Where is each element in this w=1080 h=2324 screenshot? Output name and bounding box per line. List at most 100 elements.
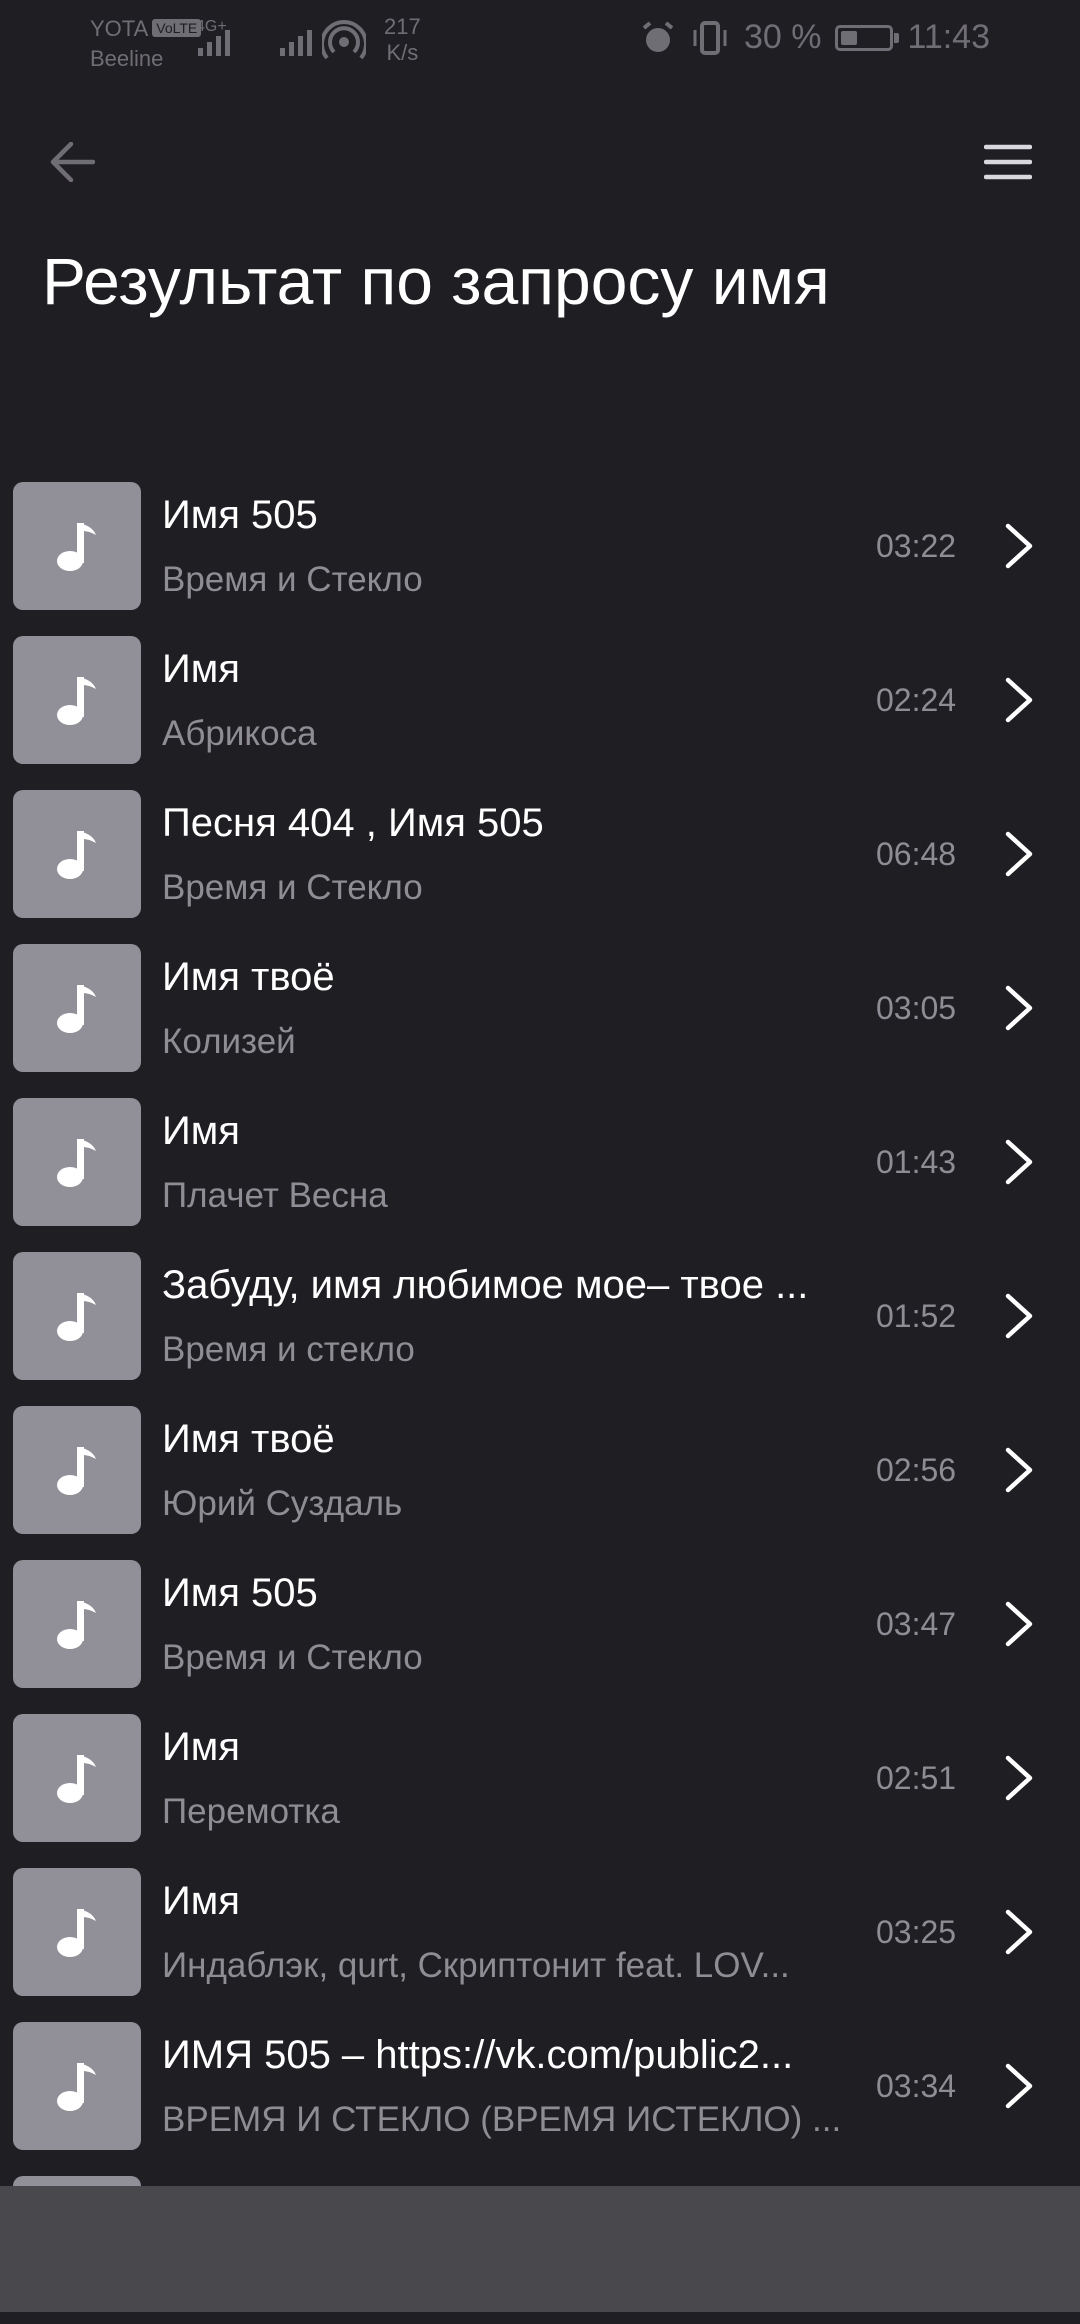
hotspot-icon	[320, 20, 368, 69]
track-row[interactable]: Имя Перемотка 02:51	[0, 1708, 1080, 1862]
track-duration: 03:22	[876, 528, 957, 564]
net-speed: 217 K/s	[384, 14, 421, 66]
bottom-panel	[0, 2186, 1080, 2312]
page-title: Результат по запросу имя	[42, 244, 830, 318]
track-title: Имя	[162, 1109, 240, 1153]
chevron-right-icon	[1005, 2063, 1033, 2109]
clock: 11:43	[907, 18, 990, 56]
carrier-1: YOTA	[90, 16, 149, 41]
track-artist: Индаблэк, qurt, Скриптонит feat. LOV...	[162, 1946, 790, 1985]
track-row[interactable]: Забуду, имя любимое мое– твое ... Время …	[0, 1246, 1080, 1400]
chevron-right-icon	[1005, 985, 1033, 1031]
music-note-icon	[57, 1293, 96, 1341]
track-row[interactable]: Имя Плачет Весна 01:43	[0, 1092, 1080, 1246]
back-button[interactable]	[34, 134, 110, 190]
chevron-right-icon	[1005, 1601, 1033, 1647]
track-thumbnail	[13, 636, 141, 764]
track-artist: Время и Стекло	[162, 868, 423, 907]
track-duration: 02:24	[876, 682, 957, 718]
status-right: 30 % 11:43	[640, 18, 990, 57]
status-bar: YOTA VoLTE Beeline 4G+ 217 K/s 30 % 11:43	[0, 0, 1080, 90]
net-speed-value: 217	[384, 14, 421, 39]
track-title: Песня 404 , Имя 505	[162, 801, 544, 845]
signal-strength-icon	[198, 22, 230, 56]
chevron-right-icon	[1005, 1293, 1033, 1339]
menu-button[interactable]	[970, 134, 1046, 190]
track-thumbnail	[13, 2022, 141, 2150]
track-duration: 02:51	[876, 1760, 957, 1796]
track-row[interactable]: Песня 404 , Имя 505 Время и Стекло 06:48	[0, 784, 1080, 938]
track-artist: ВРЕМЯ И СТЕКЛО (ВРЕМЯ ИСТЕКЛО) ...	[162, 2100, 842, 2139]
track-title: Имя	[162, 1725, 240, 1769]
net-speed-unit: K/s	[386, 40, 419, 65]
track-row[interactable]: Имя Абрикоса 02:24	[0, 630, 1080, 784]
track-row[interactable]: ИМЯ 505 – https://vk.com/public2... ВРЕМ…	[0, 2016, 1080, 2170]
track-title: ИМЯ 505 – https://vk.com/public2...	[162, 2033, 794, 2077]
track-thumbnail	[13, 944, 141, 1072]
track-title: Имя твоё	[162, 1417, 335, 1461]
alarm-icon	[642, 20, 674, 52]
carrier-info: YOTA VoLTE Beeline	[90, 14, 202, 74]
track-duration: 03:47	[876, 1606, 957, 1642]
track-row[interactable]: Имя твоё Колизей 03:05	[0, 938, 1080, 1092]
track-duration: 01:43	[876, 1144, 957, 1180]
track-artist: Юрий Суздаль	[162, 1484, 403, 1523]
chevron-right-icon	[1005, 1447, 1033, 1493]
track-thumbnail	[13, 1714, 141, 1842]
vibrate-icon	[693, 20, 727, 55]
music-note-icon	[57, 1909, 96, 1957]
track-thumbnail	[13, 482, 141, 610]
track-title: Имя	[162, 647, 240, 691]
track-duration: 03:25	[876, 1914, 957, 1950]
music-note-icon	[57, 1601, 96, 1649]
carrier-2: Beeline	[90, 46, 164, 71]
track-title: Имя твоё	[162, 955, 335, 999]
track-duration: 03:05	[876, 990, 957, 1026]
music-note-icon	[57, 1447, 96, 1495]
track-artist: Колизей	[162, 1022, 296, 1061]
chevron-right-icon	[1005, 677, 1033, 723]
track-artist: Время и стекло	[162, 1330, 415, 1369]
track-artist: Время и Стекло	[162, 1638, 423, 1677]
track-row[interactable]: Имя 505 Время и Стекло 03:22	[0, 476, 1080, 630]
track-title: Забуду, имя любимое мое– твое ...	[162, 1263, 809, 1307]
music-note-icon	[57, 1139, 96, 1187]
track-artist: Абрикоса	[162, 714, 317, 753]
music-note-icon	[57, 1755, 96, 1803]
track-thumbnail	[13, 1098, 141, 1226]
track-thumbnail	[13, 1252, 141, 1380]
track-artist: Перемотка	[162, 1792, 340, 1831]
chevron-right-icon	[1005, 831, 1033, 877]
track-duration: 02:56	[876, 1452, 957, 1488]
signal-strength-icon-2	[280, 22, 312, 56]
chevron-right-icon	[1005, 1139, 1033, 1185]
music-note-icon	[57, 985, 96, 1033]
music-note-icon	[57, 523, 96, 571]
track-duration: 01:52	[876, 1298, 957, 1334]
track-artist: Время и Стекло	[162, 560, 423, 599]
battery-percent: 30 %	[743, 18, 822, 56]
track-row[interactable]: Имя твоё Юрий Суздаль 02:56	[0, 1400, 1080, 1554]
track-row[interactable]: Имя 505 Время и Стекло 03:47	[0, 1554, 1080, 1708]
music-note-icon	[57, 2063, 96, 2111]
track-thumbnail	[13, 1406, 141, 1534]
music-note-icon	[57, 831, 96, 879]
track-thumbnail	[13, 1560, 141, 1688]
track-thumbnail	[13, 790, 141, 918]
battery-icon	[835, 24, 900, 51]
chevron-right-icon	[1005, 1909, 1033, 1955]
track-list: Имя 505 Время и Стекло 03:22 Имя Абрикос…	[0, 476, 1080, 2324]
track-duration: 06:48	[876, 836, 957, 872]
chevron-right-icon	[1005, 1755, 1033, 1801]
track-thumbnail	[13, 1868, 141, 1996]
track-title: Имя 505	[162, 493, 318, 537]
hamburger-menu-icon	[984, 144, 1032, 180]
volte-badge: VoLTE	[152, 19, 202, 37]
music-note-icon	[57, 677, 96, 725]
top-bar	[0, 120, 1080, 204]
track-title: Имя	[162, 1879, 240, 1923]
track-artist: Плачет Весна	[162, 1176, 388, 1215]
track-row[interactable]: Имя Индаблэк, qurt, Скриптонит feat. LOV…	[0, 1862, 1080, 2016]
arrow-left-icon	[50, 142, 95, 182]
track-duration: 03:34	[876, 2068, 957, 2104]
